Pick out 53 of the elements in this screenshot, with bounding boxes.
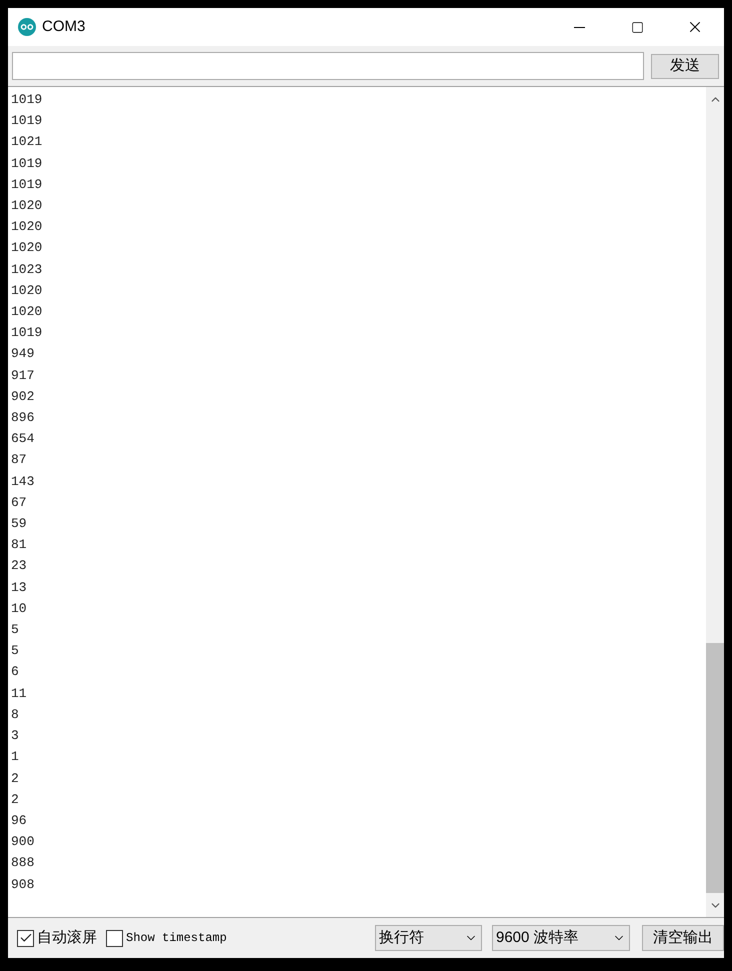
output-line: 908 (11, 876, 34, 894)
output-line: 96 (11, 812, 27, 830)
output-line: 2 (11, 790, 19, 809)
output-line: 1020 (11, 239, 42, 258)
output-line: 1020 (11, 218, 42, 236)
output-line: 3 (11, 727, 19, 746)
output-line: 1021 (11, 133, 42, 152)
maximize-icon (630, 20, 644, 34)
input-field[interactable] (12, 52, 644, 80)
output-line: 2 (11, 770, 19, 788)
output-line: 67 (11, 494, 27, 512)
output-line: 5 (11, 621, 19, 640)
output-line: 10 (11, 600, 27, 618)
app-logo-icon (18, 18, 36, 36)
output-line: 654 (11, 430, 34, 448)
checkbox-label: Show timestamp (126, 930, 227, 947)
output-line: 81 (11, 536, 27, 554)
output-line: 1019 (11, 154, 42, 173)
output-line: 900 (11, 833, 34, 852)
send-button[interactable]: 发送 (651, 54, 719, 78)
window-title: COM3 (42, 16, 86, 37)
minimize-icon (574, 26, 584, 28)
checkbox[interactable] (106, 930, 123, 946)
output-line: 8 (11, 706, 19, 724)
output-line: 11 (11, 684, 27, 703)
output-line: 1019 (11, 324, 42, 342)
output-line: 888 (11, 854, 34, 872)
output-line: 902 (11, 388, 34, 406)
scrollbar[interactable] (706, 87, 724, 917)
checkbox-label: 自动滚屏 (37, 928, 97, 948)
output-line: 1 (11, 748, 19, 766)
line-ending-dropdown[interactable]: 换行符 (375, 925, 482, 951)
output-line: 59 (11, 515, 27, 534)
output-line: 1019 (11, 176, 42, 194)
output-line: 1020 (11, 197, 42, 216)
output-line: 917 (11, 366, 34, 385)
clear-output-button[interactable]: 清空输出 (642, 925, 724, 951)
output-line: 13 (11, 578, 27, 597)
output-line: 6 (11, 663, 19, 682)
output-line: 23 (11, 557, 27, 576)
output-line: 143 (11, 472, 34, 491)
output-line: 949 (11, 345, 34, 364)
output-line: 896 (11, 409, 34, 428)
scrollbar-thumb[interactable] (706, 643, 724, 893)
baud-rate-dropdown[interactable]: 9600 波特率 (492, 925, 630, 951)
output-line: 1019 (11, 91, 42, 109)
checkbox[interactable] (17, 930, 34, 946)
output-line: 1020 (11, 303, 42, 322)
output-line: 1020 (11, 282, 42, 300)
output-line: 87 (11, 451, 27, 470)
output-line: 1019 (11, 112, 42, 130)
output-line: 5 (11, 642, 19, 660)
output-line: 1023 (11, 260, 42, 279)
